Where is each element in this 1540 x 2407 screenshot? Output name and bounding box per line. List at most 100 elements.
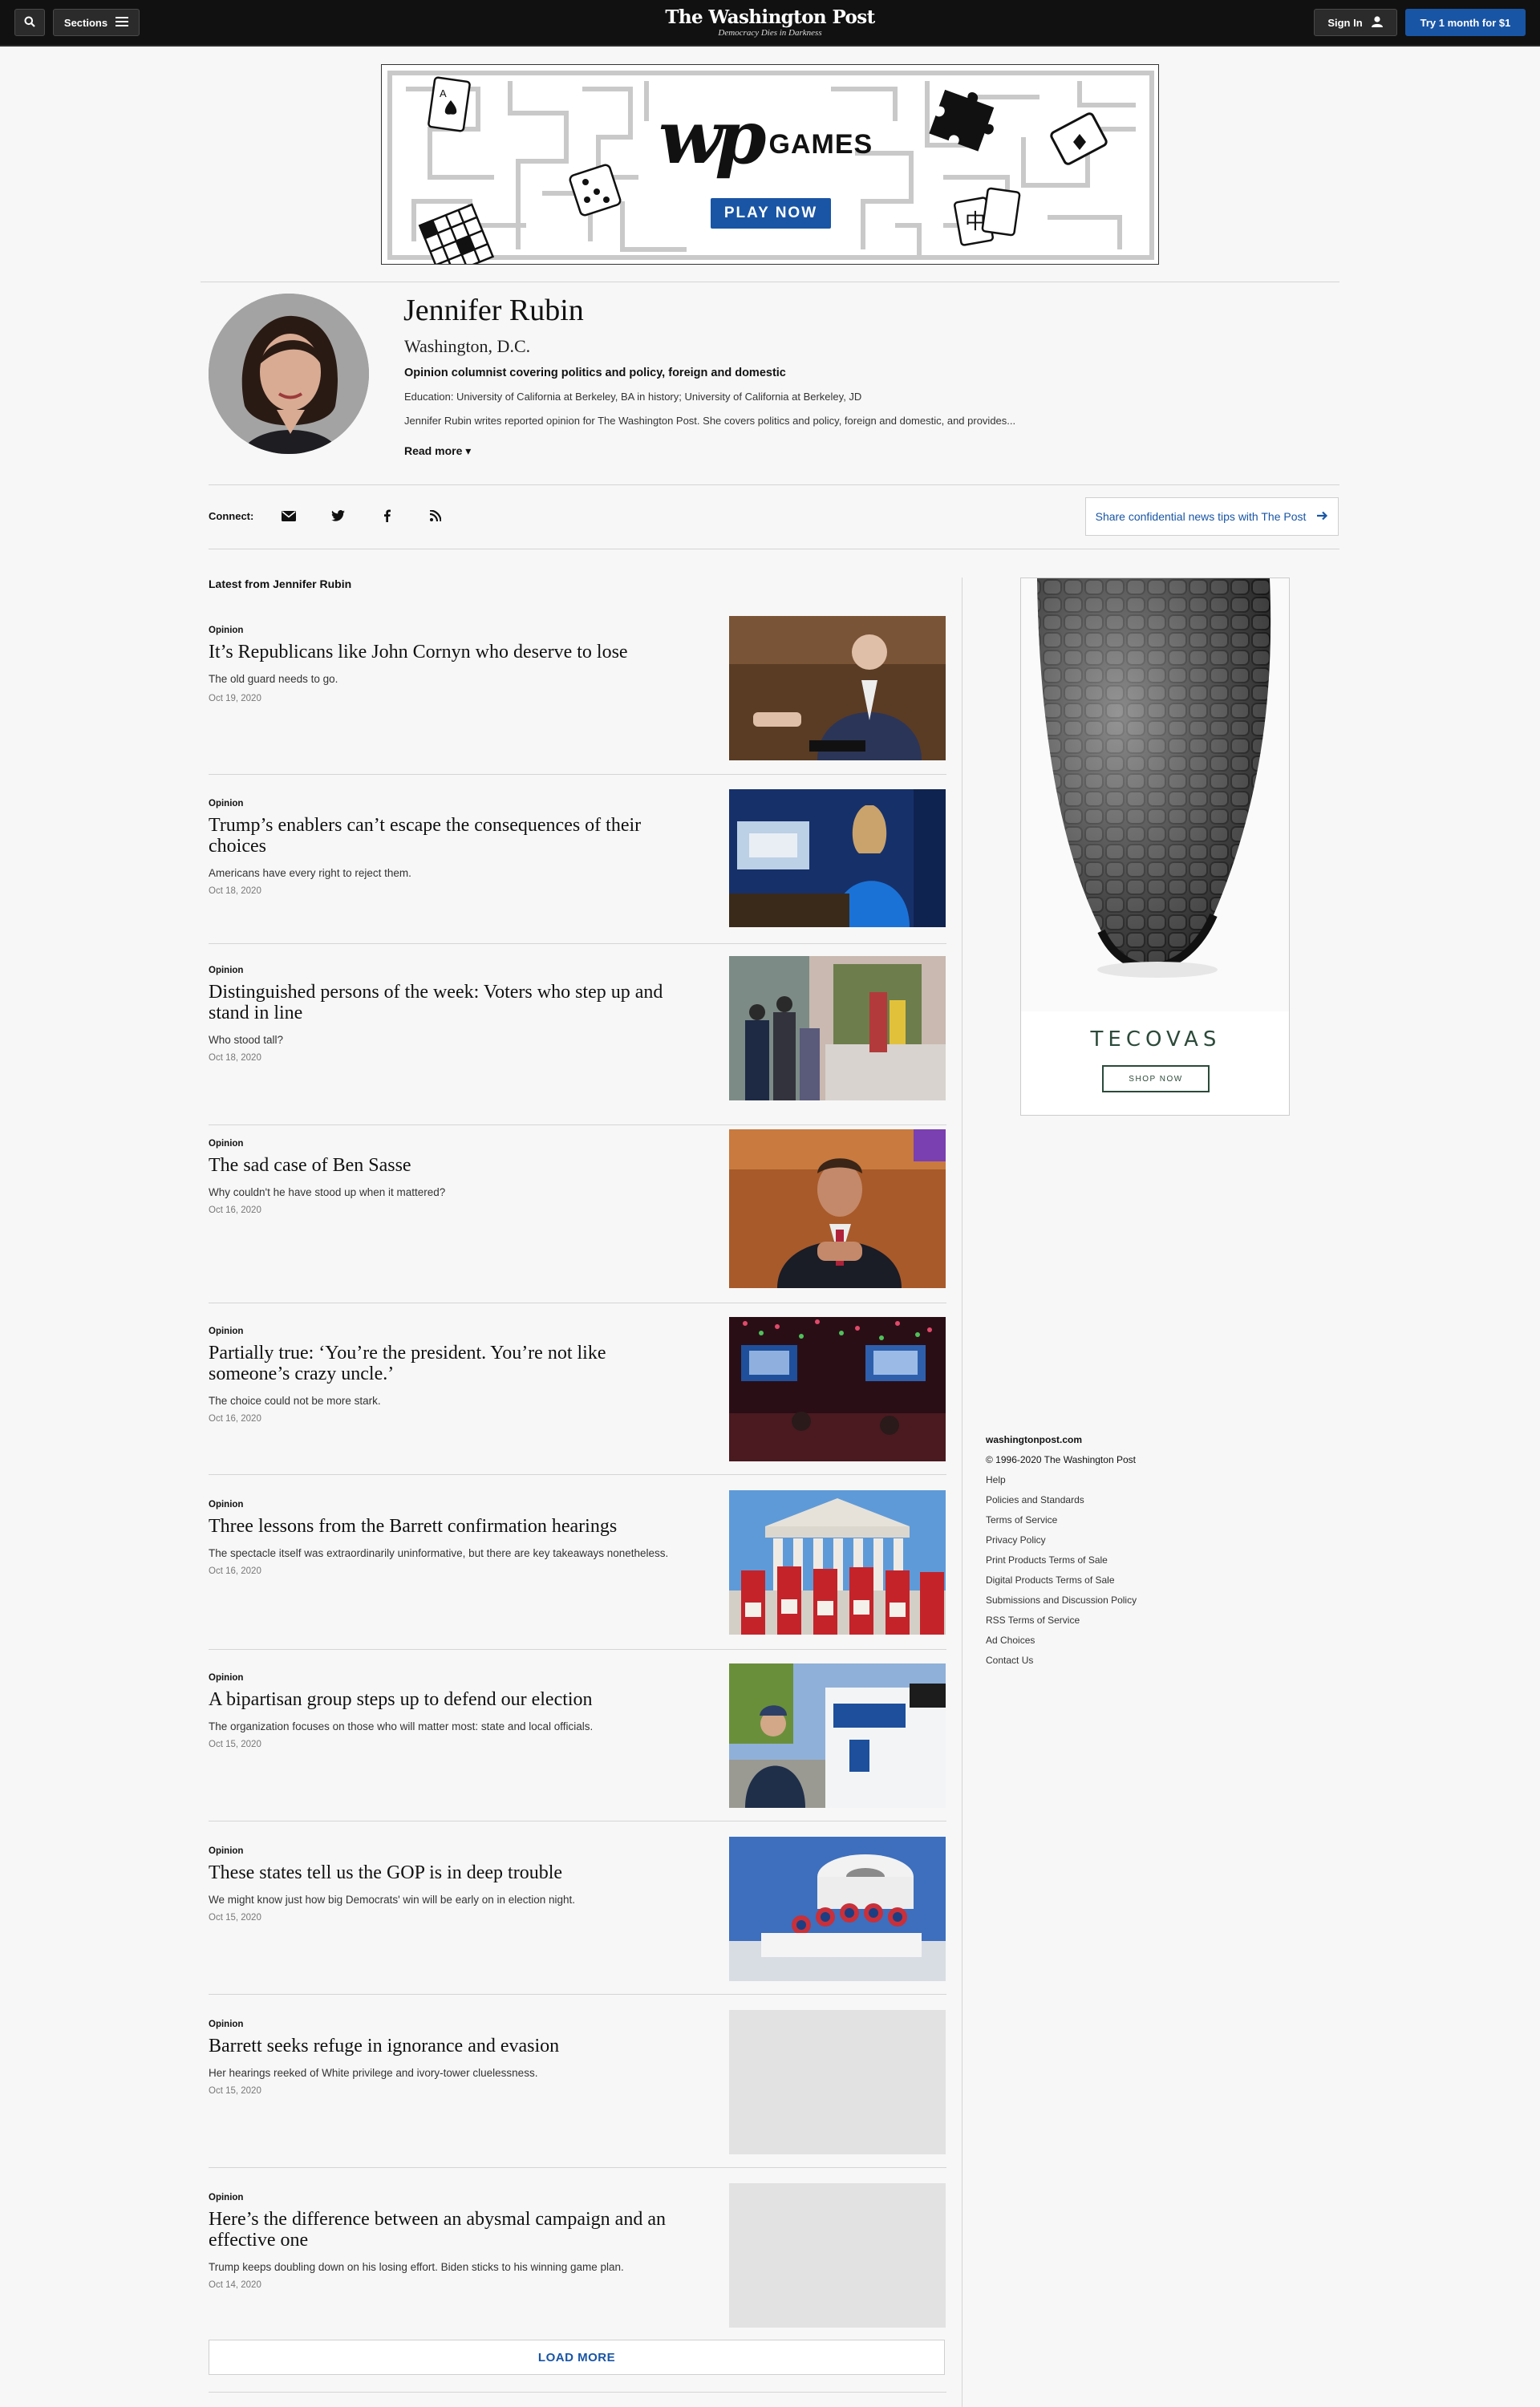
- story-blurb: Americans have every right to reject the…: [209, 867, 411, 879]
- wp-games-ad[interactable]: A 中 wp GAMES PLAY NOW: [381, 64, 1159, 265]
- story-headline[interactable]: Here’s the difference between an abysmal…: [209, 2209, 690, 2251]
- story-date: Oct 16, 2020: [209, 1414, 261, 1424]
- story-date: Oct 18, 2020: [209, 1053, 261, 1063]
- divider: [209, 1994, 946, 1995]
- games-wordmark: GAMES: [768, 128, 873, 160]
- playing-card-icon: A: [428, 76, 471, 132]
- story-date: Oct 15, 2020: [209, 1913, 261, 1923]
- footer-link-ad-choices[interactable]: Ad Choices: [986, 1631, 1137, 1651]
- author-location: Washington, D.C.: [404, 336, 531, 356]
- footer-site-name: washingtonpost.com: [986, 1434, 1082, 1445]
- email-icon[interactable]: [280, 507, 298, 525]
- divider: [209, 484, 1339, 485]
- story-thumbnail-placeholder[interactable]: [729, 2183, 946, 2328]
- wp-games-logo: wp GAMES: [659, 97, 873, 177]
- story-date: Oct 15, 2020: [209, 1740, 261, 1749]
- story-thumbnail[interactable]: [729, 1129, 946, 1288]
- footer-link-terms[interactable]: Terms of Service: [986, 1510, 1137, 1530]
- wp-logo-mark: wp: [659, 94, 766, 180]
- footer-link-privacy[interactable]: Privacy Policy: [986, 1530, 1137, 1550]
- twitter-icon[interactable]: [329, 507, 346, 525]
- user-icon: [1371, 15, 1384, 30]
- masthead-title: The Washington Post: [665, 6, 875, 28]
- svg-text:中: 中: [965, 210, 986, 234]
- story-kicker: Opinion: [209, 966, 244, 975]
- story-thumbnail[interactable]: [729, 616, 946, 760]
- hamburger-icon: [116, 16, 129, 29]
- load-more-button[interactable]: LOAD MORE: [209, 2340, 945, 2375]
- arrow-right-icon: [1317, 510, 1328, 523]
- story-date: Oct 19, 2020: [209, 694, 261, 703]
- story-blurb: Who stood tall?: [209, 1034, 284, 1046]
- story-thumbnail-placeholder[interactable]: [729, 2010, 946, 2154]
- mahjong-tiles-icon: 中: [953, 187, 1021, 246]
- story-thumbnail[interactable]: [729, 1663, 946, 1808]
- rss-icon[interactable]: [427, 507, 444, 525]
- read-more-button[interactable]: Read more ▾: [404, 444, 471, 458]
- footer-link-print-terms[interactable]: Print Products Terms of Sale: [986, 1550, 1137, 1570]
- story-headline[interactable]: Three lessons from the Barrett confirmat…: [209, 1516, 690, 1537]
- divider: [209, 774, 946, 775]
- story-thumbnail[interactable]: [729, 1490, 946, 1635]
- footer-link-help[interactable]: Help: [986, 1470, 1137, 1490]
- story-headline[interactable]: Trump’s enablers can’t escape the conseq…: [209, 815, 690, 857]
- story-kicker: Opinion: [209, 1139, 244, 1149]
- masthead-logo[interactable]: The Washington Post Democracy Dies in Da…: [610, 7, 930, 38]
- story-headline[interactable]: The sad case of Ben Sasse: [209, 1155, 690, 1176]
- top-navigation-bar: Sections The Washington Post Democracy D…: [0, 0, 1540, 47]
- story-thumbnail[interactable]: [729, 789, 946, 927]
- divider: [209, 1474, 946, 1475]
- tips-label: Share confidential news tips with The Po…: [1095, 510, 1307, 523]
- read-more-label: Read more: [404, 444, 463, 457]
- story-thumbnail[interactable]: [729, 956, 946, 1100]
- subscribe-trial-button[interactable]: Try 1 month for $1: [1405, 9, 1526, 36]
- story-thumbnail[interactable]: [729, 1317, 946, 1461]
- footer-link-policies[interactable]: Policies and Standards: [986, 1490, 1137, 1510]
- story-date: Oct 15, 2020: [209, 2086, 261, 2096]
- story-headline[interactable]: A bipartisan group steps up to defend ou…: [209, 1689, 690, 1710]
- sign-in-button[interactable]: Sign In: [1314, 9, 1397, 36]
- sign-in-label: Sign In: [1327, 16, 1363, 29]
- story-headline[interactable]: These states tell us the GOP is in deep …: [209, 1862, 690, 1883]
- connect-label: Connect:: [209, 510, 254, 522]
- story-date: Oct 16, 2020: [209, 1566, 261, 1576]
- story-kicker: Opinion: [209, 799, 244, 808]
- story-headline[interactable]: Distinguished persons of the week: Voter…: [209, 982, 690, 1023]
- story-kicker: Opinion: [209, 1673, 244, 1683]
- story-thumbnail[interactable]: [729, 1837, 946, 1981]
- sections-label: Sections: [63, 16, 108, 29]
- story-blurb: The organization focuses on those who wi…: [209, 1720, 594, 1732]
- story-kicker: Opinion: [209, 1500, 244, 1509]
- caret-down-icon: ▾: [465, 444, 472, 457]
- story-kicker: Opinion: [209, 626, 244, 635]
- story-kicker: Opinion: [209, 2193, 244, 2202]
- author-education: Education: University of California at B…: [404, 391, 862, 403]
- puzzle-piece-icon: [929, 89, 995, 152]
- dice-icon: [569, 164, 622, 217]
- boot-advertisement[interactable]: ▷✕ TECOVAS SHOP NOW: [1020, 577, 1290, 1116]
- shop-now-button[interactable]: SHOP NOW: [1102, 1065, 1210, 1092]
- divider: [209, 943, 946, 944]
- footer-link-contact[interactable]: Contact Us: [986, 1651, 1137, 1671]
- story-blurb: The choice could not be more stark.: [209, 1395, 381, 1407]
- footer-copyright: © 1996-2020 The Washington Post: [986, 1454, 1136, 1465]
- facebook-icon[interactable]: [378, 507, 395, 525]
- svg-text:A: A: [440, 87, 447, 99]
- search-button[interactable]: [14, 9, 45, 36]
- footer-link-submissions[interactable]: Submissions and Discussion Policy: [986, 1590, 1137, 1611]
- footer-link-rss-terms[interactable]: RSS Terms of Service: [986, 1611, 1137, 1631]
- story-headline[interactable]: Partially true: ‘You’re the president. Y…: [209, 1343, 690, 1384]
- story-kicker: Opinion: [209, 1327, 244, 1336]
- story-blurb: Why couldn't he have stood up when it ma…: [209, 1186, 446, 1198]
- divider: [209, 1649, 946, 1650]
- story-blurb: Her hearings reeked of White privilege a…: [209, 2067, 538, 2079]
- story-headline[interactable]: Barrett seeks refuge in ignorance and ev…: [209, 2036, 690, 2056]
- sections-menu-button[interactable]: Sections: [53, 9, 140, 36]
- boot-image: [1021, 578, 1289, 1011]
- author-photo: [209, 294, 369, 454]
- footer-link-digital-terms[interactable]: Digital Products Terms of Sale: [986, 1570, 1137, 1590]
- story-headline[interactable]: It’s Republicans like John Cornyn who de…: [209, 642, 690, 663]
- story-blurb: Trump keeps doubling down on his losing …: [209, 2261, 624, 2273]
- play-now-button[interactable]: PLAY NOW: [711, 198, 831, 229]
- share-news-tips-button[interactable]: Share confidential news tips with The Po…: [1085, 497, 1339, 536]
